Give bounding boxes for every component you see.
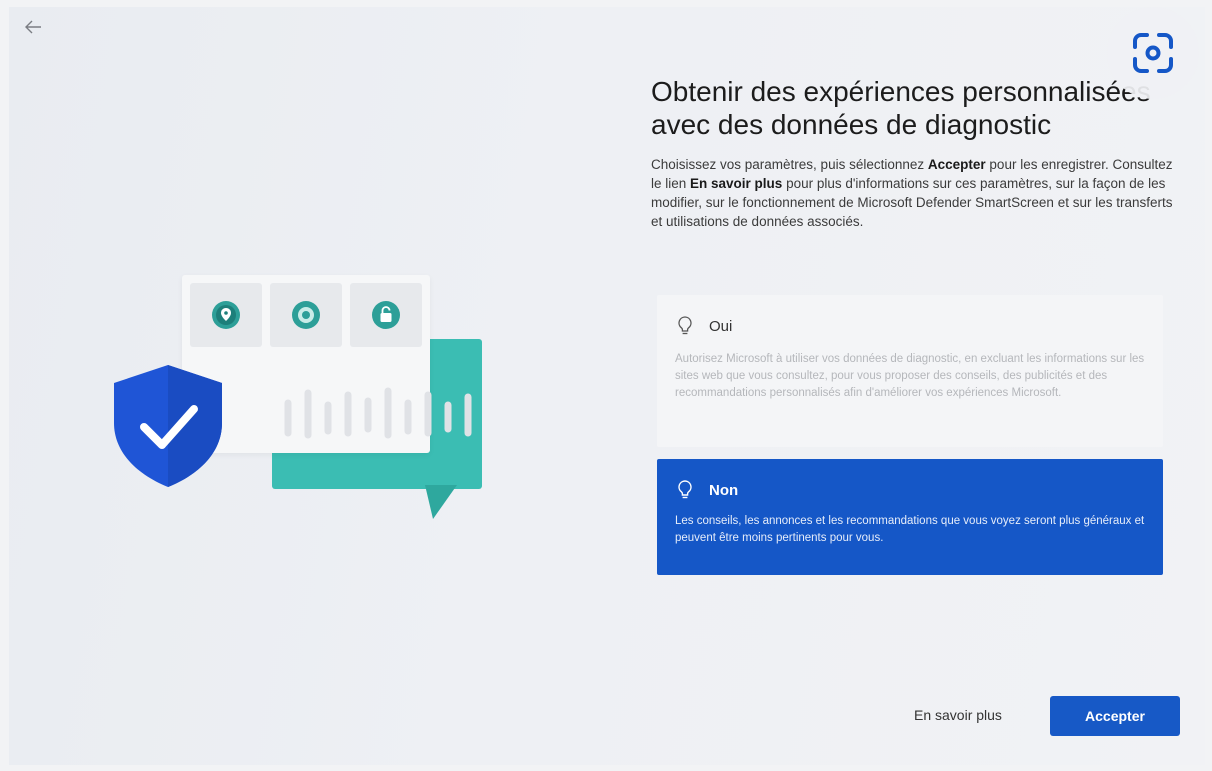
learn-more-link[interactable]: En savoir plus	[914, 707, 1002, 723]
description-learn-word: En savoir plus	[690, 176, 783, 191]
option-header: Non	[675, 479, 1147, 501]
lightbulb-icon	[678, 480, 692, 499]
page-description: Choisissez vos paramètres, puis sélectio…	[651, 155, 1179, 231]
option-no-description: Les conseils, les annonces et les recomm…	[675, 515, 1145, 544]
option-no-label: Non	[709, 481, 739, 499]
data-lines-graphic	[284, 387, 472, 439]
padlock-icon	[372, 301, 400, 329]
tile-location	[190, 283, 262, 347]
option-yes[interactable]: Oui Autorisez Microsoft à utiliser vos d…	[657, 295, 1163, 447]
tile-gear	[270, 283, 342, 347]
back-arrow-icon[interactable]	[23, 17, 49, 43]
oobe-screen: Obtenir des expériences personnalisées a…	[9, 7, 1205, 765]
description-accept-word: Accepter	[927, 157, 986, 172]
option-yes-description: Autorisez Microsoft à utiliser vos donné…	[675, 353, 1145, 399]
screen-capture-lens-icon[interactable]	[1107, 7, 1199, 99]
gear-icon	[292, 301, 320, 329]
option-yes-label: Oui	[709, 317, 733, 335]
option-header: Oui	[675, 315, 1147, 337]
tile-padlock	[350, 283, 422, 347]
description-text: Choisissez vos paramètres, puis sélectio…	[651, 157, 928, 172]
location-pin-icon	[212, 301, 240, 329]
option-no[interactable]: Non Les conseils, les annonces et les re…	[657, 459, 1163, 575]
chat-bubble-tail	[419, 485, 457, 519]
privacy-illustration	[104, 257, 494, 537]
page-title: Obtenir des expériences personnalisées a…	[651, 76, 1151, 140]
accept-button[interactable]: Accepter	[1050, 696, 1180, 736]
lightbulb-icon	[678, 316, 692, 335]
shield-check-icon	[114, 365, 222, 487]
